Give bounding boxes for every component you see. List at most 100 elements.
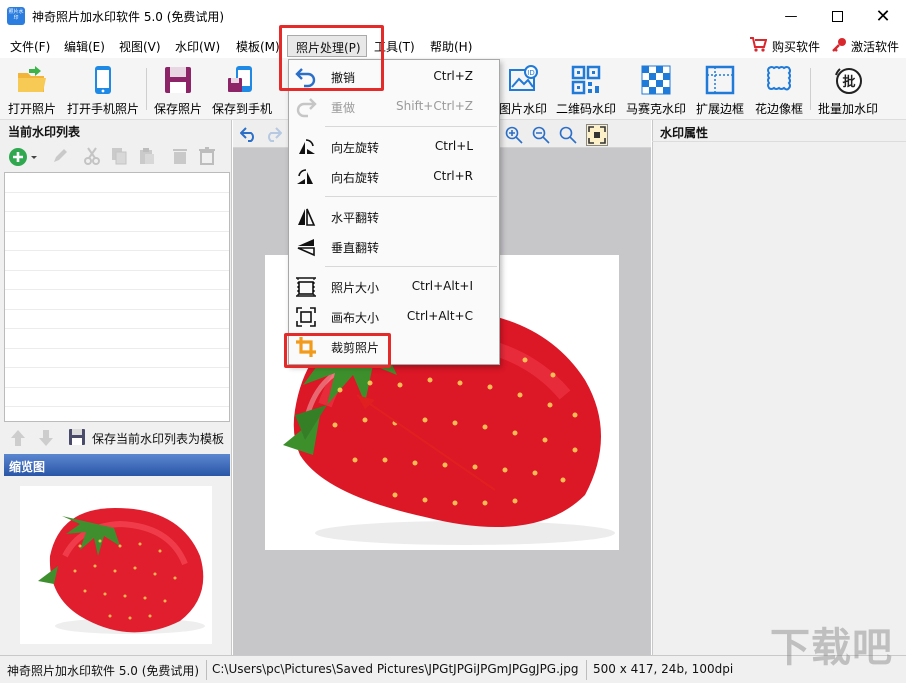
batch-watermark-button[interactable]: 批 批量加水印 bbox=[816, 64, 880, 116]
list-item[interactable] bbox=[5, 193, 229, 212]
undo-icon bbox=[295, 66, 317, 88]
site-watermark: 下载吧 bbox=[770, 625, 893, 671]
canvas-undo-icon[interactable] bbox=[239, 126, 258, 142]
key-icon bbox=[831, 37, 847, 53]
edit-pencil-icon[interactable] bbox=[50, 146, 70, 166]
menu-tools[interactable]: 工具(T) bbox=[374, 38, 415, 55]
crop-photo-label: 裁剪照片 bbox=[331, 341, 380, 355]
menu-photo-processing[interactable]: 照片处理(P) bbox=[287, 35, 367, 57]
rotate-right-label: 向右旋转 bbox=[331, 171, 380, 185]
menu-item-rotate-right[interactable]: 向右旋转 Ctrl+R bbox=[289, 162, 499, 192]
add-watermark-button[interactable] bbox=[8, 146, 38, 168]
image-watermark-label: 图片水印 bbox=[498, 102, 547, 116]
menu-item-undo[interactable]: 撤销 Ctrl+Z bbox=[289, 62, 499, 92]
menu-item-flip-vertical[interactable]: 垂直翻转 bbox=[289, 232, 499, 262]
lace-frame-button[interactable]: 花边像框 bbox=[752, 64, 806, 116]
qrcode-watermark-button[interactable]: 二维码水印 bbox=[554, 64, 618, 116]
menu-item-redo[interactable]: 重做 Shift+Ctrl+Z bbox=[289, 92, 499, 122]
zoom-actual-icon[interactable] bbox=[559, 126, 577, 144]
list-item[interactable] bbox=[5, 388, 229, 407]
qrcode-icon bbox=[570, 64, 602, 96]
toolbar-divider bbox=[146, 68, 147, 110]
watermark-list[interactable] bbox=[4, 172, 230, 422]
menu-file[interactable]: 文件(F) bbox=[10, 38, 50, 55]
list-item[interactable] bbox=[5, 368, 229, 388]
batch-watermark-label: 批量加水印 bbox=[817, 102, 878, 116]
thumbnail-preview bbox=[20, 486, 212, 644]
menu-help[interactable]: 帮助(H) bbox=[430, 38, 472, 55]
mosaic-watermark-button[interactable]: 马赛克水印 bbox=[624, 64, 688, 116]
menu-edit[interactable]: 编辑(E) bbox=[64, 38, 105, 55]
redo-shortcut: Shift+Ctrl+Z bbox=[396, 99, 473, 113]
move-up-icon[interactable] bbox=[10, 429, 26, 447]
list-item[interactable] bbox=[5, 251, 229, 271]
photo-size-shortcut: Ctrl+Alt+I bbox=[411, 279, 473, 293]
svg-text:批: 批 bbox=[842, 74, 855, 90]
menu-view[interactable]: 视图(V) bbox=[119, 38, 161, 55]
list-item[interactable] bbox=[5, 271, 229, 290]
cut-icon[interactable] bbox=[82, 146, 102, 166]
menu-item-canvas-size[interactable]: 画布大小 Ctrl+Alt+C bbox=[289, 302, 499, 332]
photo-size-icon bbox=[295, 276, 317, 298]
status-image-info: 500 x 417, 24b, 100dpi bbox=[593, 662, 734, 676]
zoom-in-icon[interactable] bbox=[505, 126, 523, 144]
save-photo-label: 保存照片 bbox=[153, 102, 202, 116]
undo-label: 撤销 bbox=[331, 71, 356, 85]
close-icon[interactable]: ✕ bbox=[860, 0, 906, 32]
maximize-icon[interactable] bbox=[814, 0, 860, 32]
status-file-path: C:\Users\pc\Pictures\Saved Pictures\JPGt… bbox=[212, 662, 579, 676]
flip-vertical-label: 垂直翻转 bbox=[331, 241, 380, 255]
lace-frame-label: 花边像框 bbox=[754, 102, 803, 116]
open-phone-photo-button[interactable]: 打开手机照片 bbox=[64, 64, 142, 116]
list-item[interactable] bbox=[5, 349, 229, 368]
fit-window-icon[interactable] bbox=[586, 124, 608, 146]
rotate-left-icon bbox=[295, 136, 317, 158]
list-item[interactable] bbox=[5, 329, 229, 349]
list-item[interactable] bbox=[5, 310, 229, 329]
list-item[interactable] bbox=[5, 232, 229, 251]
svg-text:ID: ID bbox=[527, 69, 534, 77]
image-watermark-button[interactable]: ID 图片水印 bbox=[497, 64, 549, 116]
menu-item-flip-horizontal[interactable]: 水平翻转 bbox=[289, 202, 499, 232]
save-disk-icon bbox=[162, 64, 194, 96]
save-photo-button[interactable]: 保存照片 bbox=[150, 64, 206, 116]
copy-icon[interactable] bbox=[109, 146, 129, 166]
save-to-phone-label: 保存到手机 bbox=[211, 102, 272, 116]
list-item[interactable] bbox=[5, 173, 229, 193]
redo-icon bbox=[295, 96, 317, 118]
undo-shortcut: Ctrl+Z bbox=[433, 69, 473, 83]
minimize-icon[interactable]: — bbox=[768, 0, 814, 32]
save-template-icon bbox=[68, 428, 86, 446]
open-photo-label: 打开照片 bbox=[7, 102, 56, 116]
save-to-phone-icon bbox=[226, 64, 258, 96]
paste-icon[interactable] bbox=[137, 146, 157, 166]
flip-horizontal-icon bbox=[295, 206, 317, 228]
canvas-redo-icon[interactable] bbox=[264, 126, 283, 142]
menu-divider bbox=[325, 126, 497, 127]
menu-item-crop-photo[interactable]: 裁剪照片 bbox=[289, 332, 499, 362]
activate-software-link[interactable]: 激活软件 bbox=[851, 38, 899, 55]
zoom-out-icon[interactable] bbox=[532, 126, 550, 144]
menu-template[interactable]: 模板(M) bbox=[236, 38, 280, 55]
menu-item-photo-size[interactable]: 照片大小 Ctrl+Alt+I bbox=[289, 272, 499, 302]
photo-size-label: 照片大小 bbox=[331, 281, 380, 295]
save-to-phone-button[interactable]: 保存到手机 bbox=[208, 64, 276, 116]
list-item[interactable] bbox=[5, 212, 229, 232]
buy-software-link[interactable]: 购买软件 bbox=[772, 38, 820, 55]
flip-horizontal-label: 水平翻转 bbox=[331, 211, 380, 225]
clear-all-icon[interactable] bbox=[197, 146, 217, 166]
save-template-button[interactable]: 保存当前水印列表为模板 bbox=[92, 430, 224, 447]
open-photo-button[interactable]: 打开照片 bbox=[4, 64, 60, 116]
rotate-left-label: 向左旋转 bbox=[331, 141, 380, 155]
menu-item-rotate-left[interactable]: 向左旋转 Ctrl+L bbox=[289, 132, 499, 162]
delete-icon[interactable] bbox=[170, 146, 190, 166]
crop-icon bbox=[295, 336, 317, 358]
qrcode-watermark-label: 二维码水印 bbox=[555, 102, 616, 116]
menu-watermark[interactable]: 水印(W) bbox=[175, 38, 220, 55]
flip-vertical-icon bbox=[295, 236, 317, 258]
move-down-icon[interactable] bbox=[38, 429, 54, 447]
mosaic-icon bbox=[640, 64, 672, 96]
extend-border-button[interactable]: 扩展边框 bbox=[694, 64, 746, 116]
list-item[interactable] bbox=[5, 290, 229, 310]
canvas-size-shortcut: Ctrl+Alt+C bbox=[406, 309, 473, 323]
